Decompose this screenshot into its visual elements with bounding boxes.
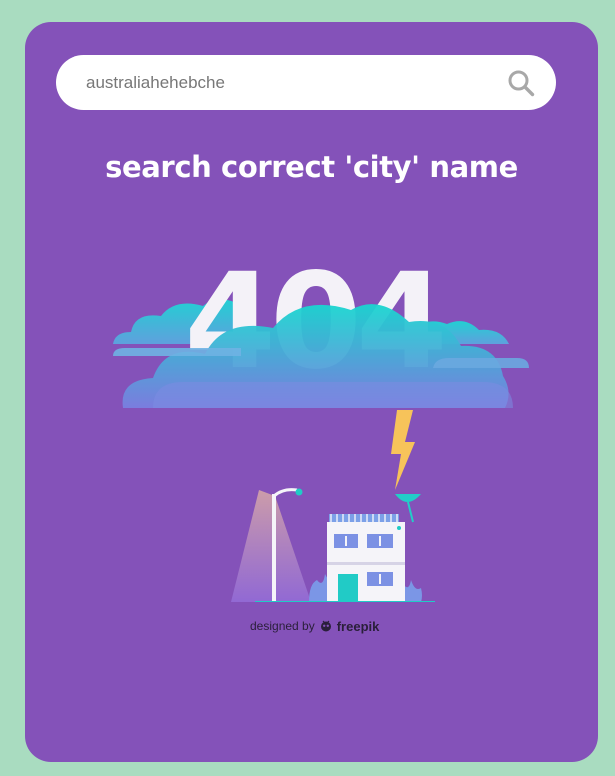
credit-brand: freepik bbox=[336, 618, 380, 634]
search-icon[interactable] bbox=[507, 69, 535, 97]
error-message-title: search correct 'city' name bbox=[105, 150, 518, 184]
weather-card: search correct 'city' name 404 bbox=[25, 22, 598, 762]
not-found-illustration: 404 bbox=[113, 245, 529, 602]
lightning-icon bbox=[391, 410, 415, 490]
freepik-logo-icon bbox=[320, 620, 331, 632]
freepik-credit[interactable]: designed by freepik bbox=[250, 617, 379, 635]
search-input[interactable] bbox=[86, 55, 486, 110]
search-bar bbox=[56, 55, 556, 110]
credit-prefix: designed by bbox=[250, 619, 315, 633]
